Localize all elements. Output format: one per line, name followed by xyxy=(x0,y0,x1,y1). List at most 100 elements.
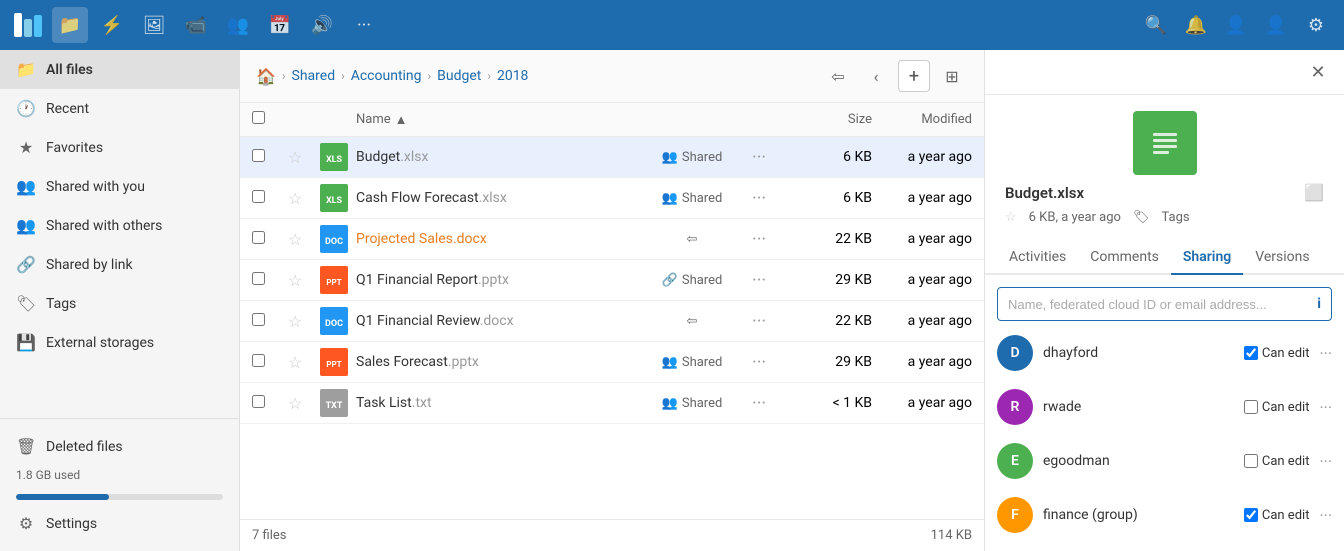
breadcrumb-shared[interactable]: Shared xyxy=(292,68,336,84)
nav-music[interactable]: 🔊 xyxy=(304,7,340,43)
table-row[interactable]: ☆ PPT Sales Forecast.pptx 👥 Shared ··· 2… xyxy=(240,342,984,383)
more-button-sales-forecast[interactable]: ··· xyxy=(752,352,792,373)
tab-sharing[interactable]: Sharing xyxy=(1171,241,1243,275)
nav-more[interactable]: ··· xyxy=(346,7,382,43)
share-info-icon[interactable]: i xyxy=(1317,296,1321,312)
star-button[interactable]: ☆ xyxy=(288,312,320,331)
star-button[interactable]: ☆ xyxy=(288,353,320,372)
share-badge-projected-sales[interactable]: ⇦ xyxy=(632,232,752,247)
view-toggle-button[interactable]: ⊞ xyxy=(936,60,968,92)
row-checkbox[interactable] xyxy=(252,272,288,289)
tab-versions[interactable]: Versions xyxy=(1243,241,1321,275)
nav-files[interactable]: 📁 xyxy=(52,7,88,43)
share-badge-sales-forecast[interactable]: 👥 Shared xyxy=(632,355,752,370)
sidebar-item-recent[interactable]: 🕐 Recent xyxy=(0,89,239,128)
user-icon[interactable]: 👤 xyxy=(1258,7,1294,43)
select-all-checkbox[interactable] xyxy=(252,111,265,124)
header-checkbox[interactable] xyxy=(252,111,288,128)
permission-rwade[interactable]: Can edit xyxy=(1244,400,1310,415)
notifications-icon[interactable]: 🔔 xyxy=(1178,7,1214,43)
more-button-projected-sales[interactable]: ··· xyxy=(752,229,792,250)
more-options-dhayford[interactable]: ··· xyxy=(1319,344,1332,363)
contacts-icon[interactable]: 👤 xyxy=(1218,7,1254,43)
nav-video[interactable]: 📹 xyxy=(178,7,214,43)
more-button-q1-review[interactable]: ··· xyxy=(752,311,792,332)
row-checkbox[interactable] xyxy=(252,190,288,207)
nav-gallery[interactable]: 🖼 xyxy=(136,7,172,43)
table-row[interactable]: ☆ DOC Q1 Financial Review.docx ⇦ ··· 22 … xyxy=(240,301,984,342)
more-button-task-list[interactable]: ··· xyxy=(752,393,792,414)
detail-action-icon[interactable]: ⬜ xyxy=(1304,183,1324,202)
settings-icon[interactable]: ⚙ xyxy=(1298,7,1334,43)
detail-star-icon[interactable]: ☆ xyxy=(1005,210,1017,225)
file-name-q1-report[interactable]: Q1 Financial Report.pptx xyxy=(356,272,632,288)
share-breadcrumb-button[interactable]: ⇦ xyxy=(822,60,854,92)
more-options-rwade[interactable]: ··· xyxy=(1319,398,1332,417)
file-name-cashflow[interactable]: Cash Flow Forecast.xlsx xyxy=(356,190,632,206)
more-button-cashflow[interactable]: ··· xyxy=(752,188,792,209)
sidebar-item-favorites[interactable]: ★ Favorites xyxy=(0,128,239,167)
sidebar-item-deleted-files[interactable]: 🗑 Deleted files xyxy=(0,427,239,466)
star-button[interactable]: ☆ xyxy=(288,271,320,290)
row-checkbox[interactable] xyxy=(252,395,288,412)
row-checkbox[interactable] xyxy=(252,231,288,248)
detail-tag-icon[interactable]: 🏷 xyxy=(1133,210,1150,225)
app-logo[interactable] xyxy=(10,7,46,43)
sidebar-item-shared-with-others[interactable]: 👥 Shared with others xyxy=(0,206,239,245)
permission-dhayford[interactable]: Can edit xyxy=(1244,346,1310,361)
table-row[interactable]: ☆ TXT Task List.txt 👥 Shared ··· < 1 KB … xyxy=(240,383,984,424)
breadcrumb-budget[interactable]: Budget xyxy=(437,68,481,84)
search-icon[interactable]: 🔍 xyxy=(1138,7,1174,43)
sidebar-item-all-files[interactable]: 📁 All files xyxy=(0,50,239,89)
can-edit-checkbox-rwade[interactable] xyxy=(1244,400,1258,414)
row-checkbox[interactable] xyxy=(252,313,288,330)
file-name-budget[interactable]: Budget.xlsx xyxy=(356,149,632,165)
header-modified[interactable]: Modified xyxy=(872,112,972,127)
share-badge-budget[interactable]: 👥 Shared xyxy=(632,150,752,165)
more-options-egoodman[interactable]: ··· xyxy=(1319,452,1332,471)
can-edit-checkbox-finance[interactable] xyxy=(1244,508,1258,522)
add-file-button[interactable]: + xyxy=(898,60,930,92)
file-name-q1-review[interactable]: Q1 Financial Review.docx xyxy=(356,313,632,329)
nav-contacts[interactable]: 👥 xyxy=(220,7,256,43)
breadcrumb-accounting[interactable]: Accounting xyxy=(351,68,422,84)
tab-comments[interactable]: Comments xyxy=(1078,241,1171,275)
row-checkbox[interactable] xyxy=(252,354,288,371)
share-badge-task-list[interactable]: 👥 Shared xyxy=(632,396,752,411)
can-edit-checkbox-egoodman[interactable] xyxy=(1244,454,1258,468)
star-button[interactable]: ☆ xyxy=(288,148,320,167)
more-button-q1-report[interactable]: ··· xyxy=(752,270,792,291)
permission-finance[interactable]: Can edit xyxy=(1244,508,1310,523)
nav-activity[interactable]: ⚡ xyxy=(94,7,130,43)
sidebar-item-external-storages[interactable]: 💾 External storages xyxy=(0,323,239,362)
more-options-finance[interactable]: ··· xyxy=(1319,506,1332,525)
more-button-budget[interactable]: ··· xyxy=(752,147,792,168)
star-button[interactable]: ☆ xyxy=(288,230,320,249)
breadcrumb-2018[interactable]: 2018 xyxy=(497,68,528,84)
table-row[interactable]: ☆ XLS Cash Flow Forecast.xlsx 👥 Shared ·… xyxy=(240,178,984,219)
table-row[interactable]: ☆ XLS Budget.xlsx 👥 Shared ··· 6 KB a ye… xyxy=(240,137,984,178)
share-badge-q1-review[interactable]: ⇦ xyxy=(632,314,752,329)
star-button[interactable]: ☆ xyxy=(288,189,320,208)
row-checkbox[interactable] xyxy=(252,149,288,166)
header-size[interactable]: Size xyxy=(792,112,872,127)
sidebar-item-shared-with-you[interactable]: 👥 Shared with you xyxy=(0,167,239,206)
navigate-prev-button[interactable]: ‹ xyxy=(860,60,892,92)
file-name-sales-forecast[interactable]: Sales Forecast.pptx xyxy=(356,354,632,370)
table-row[interactable]: ☆ DOC Projected Sales.docx ⇦ ··· 22 KB a… xyxy=(240,219,984,260)
sidebar-item-settings[interactable]: ⚙ Settings xyxy=(0,504,239,543)
file-name-projected-sales[interactable]: Projected Sales.docx xyxy=(356,231,632,247)
name-sort-button[interactable]: Name ▲ xyxy=(356,112,632,128)
share-search-box[interactable]: i xyxy=(997,287,1332,321)
breadcrumb-home[interactable]: 🏠 xyxy=(256,67,276,86)
nav-calendar[interactable]: 📅 xyxy=(262,7,298,43)
header-name[interactable]: Name ▲ xyxy=(356,112,632,128)
permission-egoodman[interactable]: Can edit xyxy=(1244,454,1310,469)
star-button[interactable]: ☆ xyxy=(288,394,320,413)
table-row[interactable]: ☆ PPT Q1 Financial Report.pptx 🔗 Shared … xyxy=(240,260,984,301)
share-badge-q1-report[interactable]: 🔗 Shared xyxy=(632,273,752,288)
sidebar-item-shared-by-link[interactable]: 🔗 Shared by link xyxy=(0,245,239,284)
detail-close-button[interactable]: ✕ xyxy=(1304,58,1332,86)
file-name-task-list[interactable]: Task List.txt xyxy=(356,395,632,411)
share-search-input[interactable] xyxy=(1008,297,1317,312)
